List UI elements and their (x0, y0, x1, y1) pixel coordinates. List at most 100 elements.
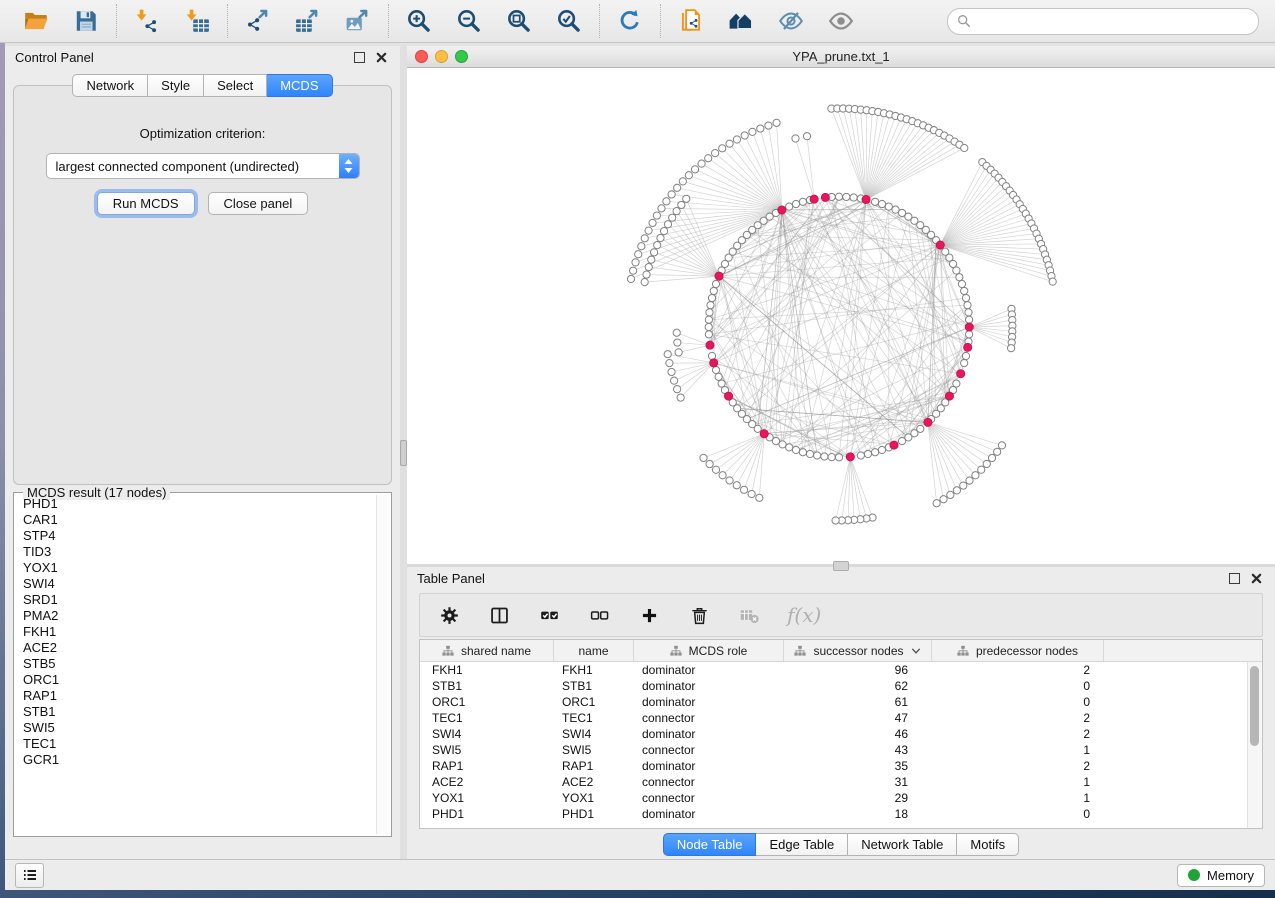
cell-name[interactable]: RAP1 (554, 758, 634, 774)
graph-leaf-node[interactable] (741, 132, 748, 139)
graph-node[interactable] (878, 200, 885, 207)
graph-leaf-node[interactable] (832, 517, 839, 524)
table-row[interactable]: SWI5SWI5connector431 (420, 742, 1262, 758)
graph-node[interactable] (965, 316, 972, 323)
table-panel-close-button[interactable] (1247, 570, 1265, 588)
graph-node[interactable] (806, 450, 813, 457)
cell-name[interactable]: ACE2 (554, 774, 634, 790)
cell-predecessor-nodes[interactable]: 1 (932, 774, 1104, 790)
cell-shared-name[interactable]: YOX1 (420, 790, 554, 806)
graph-leaf-node[interactable] (726, 140, 733, 147)
cell-predecessor-nodes[interactable]: 0 (932, 678, 1104, 694)
graph-node[interactable] (792, 200, 799, 207)
close-window-button[interactable] (415, 50, 428, 63)
mcds-result-item[interactable]: RAP1 (17, 688, 375, 704)
table-row[interactable]: YOX1YOX1connector291 (420, 790, 1262, 806)
graph-node[interactable] (961, 360, 968, 367)
cell-mcds-role[interactable]: connector (634, 790, 784, 806)
mcds-result-item[interactable]: CAR1 (17, 512, 375, 528)
graph-leaf-node[interactable] (664, 351, 671, 358)
memory-button[interactable]: Memory (1177, 864, 1265, 887)
column-header-successor-nodes[interactable]: successor nodes (784, 640, 932, 661)
graph-node[interactable] (705, 316, 712, 323)
graph-leaf-node[interactable] (627, 275, 634, 282)
graph-node[interactable] (871, 449, 878, 456)
mcds-result-item[interactable]: GCR1 (17, 752, 375, 768)
graph-node[interactable] (718, 380, 725, 387)
cell-shared-name[interactable]: STB1 (420, 678, 554, 694)
graph-node[interactable] (964, 302, 971, 309)
graph-node[interactable] (850, 194, 857, 201)
graph-leaf-node[interactable] (700, 454, 707, 461)
graph-node[interactable] (965, 309, 972, 316)
vertical-splitter[interactable] (400, 46, 407, 859)
control-panel-float-button[interactable] (350, 49, 368, 67)
graph-leaf-node[interactable] (947, 491, 954, 498)
graph-leaf-node[interactable] (675, 349, 682, 356)
graph-leaf-node[interactable] (773, 119, 780, 126)
graph-leaf-node[interactable] (748, 490, 755, 497)
close-panel-button[interactable]: Close panel (208, 192, 309, 215)
cell-mcds-role[interactable]: dominator (634, 726, 784, 742)
graph-node[interactable] (956, 274, 963, 281)
graph-leaf-node[interactable] (657, 234, 664, 241)
graph-leaf-node[interactable] (960, 482, 967, 489)
graph-leaf-node[interactable] (653, 212, 660, 219)
graph-mcds-node[interactable] (964, 343, 972, 351)
graph-leaf-node[interactable] (645, 227, 652, 234)
graph-leaf-node[interactable] (983, 460, 990, 467)
cell-successor-nodes[interactable]: 47 (784, 710, 932, 726)
table-row[interactable]: ACE2ACE2connector311 (420, 774, 1262, 790)
graph-leaf-node[interactable] (674, 386, 681, 393)
graph-leaf-node[interactable] (630, 267, 637, 274)
delete-column-button[interactable] (687, 603, 711, 627)
graph-leaf-node[interactable] (933, 500, 940, 507)
cell-name[interactable]: PHD1 (554, 806, 634, 822)
cell-name[interactable]: SWI4 (554, 726, 634, 742)
graph-leaf-node[interactable] (683, 195, 690, 202)
run-mcds-button[interactable]: Run MCDS (97, 192, 195, 215)
save-session-button[interactable] (72, 7, 100, 35)
cell-successor-nodes[interactable]: 35 (784, 758, 932, 774)
graph-node[interactable] (792, 446, 799, 453)
split-panel-button[interactable] (487, 603, 511, 627)
graph-node[interactable] (786, 203, 793, 210)
mcds-result-item[interactable]: STB5 (17, 656, 375, 672)
graph-leaf-node[interactable] (691, 166, 698, 173)
cell-shared-name[interactable]: ACE2 (420, 774, 554, 790)
add-column-button[interactable] (637, 603, 661, 627)
graph-node[interactable] (828, 454, 835, 461)
graph-leaf-node[interactable] (998, 442, 1005, 449)
graph-leaf-node[interactable] (677, 394, 684, 401)
graph-mcds-node[interactable] (724, 392, 732, 400)
table-panel-float-button[interactable] (1225, 570, 1243, 588)
graph-leaf-node[interactable] (792, 135, 799, 142)
graph-leaf-node[interactable] (674, 339, 681, 346)
graph-leaf-node[interactable] (679, 178, 686, 185)
mcds-result-item[interactable]: STP4 (17, 528, 375, 544)
graph-node[interactable] (799, 198, 806, 205)
graph-leaf-node[interactable] (669, 214, 676, 221)
graph-leaf-node[interactable] (733, 482, 740, 489)
graph-mcds-node[interactable] (715, 272, 723, 280)
mcds-result-item[interactable]: PMA2 (17, 608, 375, 624)
graph-node[interactable] (953, 267, 960, 274)
column-header-shared-name[interactable]: shared name (420, 640, 554, 661)
cell-predecessor-nodes[interactable]: 2 (932, 710, 1104, 726)
mcds-result-item[interactable]: TEC1 (17, 736, 375, 752)
cell-name[interactable]: FKH1 (554, 662, 634, 678)
network-file-button[interactable] (677, 7, 705, 35)
control-panel-close-button[interactable] (372, 49, 390, 67)
cell-successor-nodes[interactable]: 29 (784, 790, 932, 806)
graph-node[interactable] (864, 450, 871, 457)
cell-name[interactable]: YOX1 (554, 790, 634, 806)
graph-leaf-node[interactable] (645, 263, 652, 270)
graph-node[interactable] (705, 331, 712, 338)
cell-predecessor-nodes[interactable]: 0 (932, 694, 1104, 710)
hide-columns-button[interactable] (587, 603, 611, 627)
open-file-button[interactable] (22, 7, 50, 35)
mcds-result-item[interactable]: ORC1 (17, 672, 375, 688)
zoom-in-button[interactable] (405, 7, 433, 35)
table-row[interactable]: STB1STB1dominator620 (420, 678, 1262, 694)
graph-node[interactable] (712, 366, 719, 373)
